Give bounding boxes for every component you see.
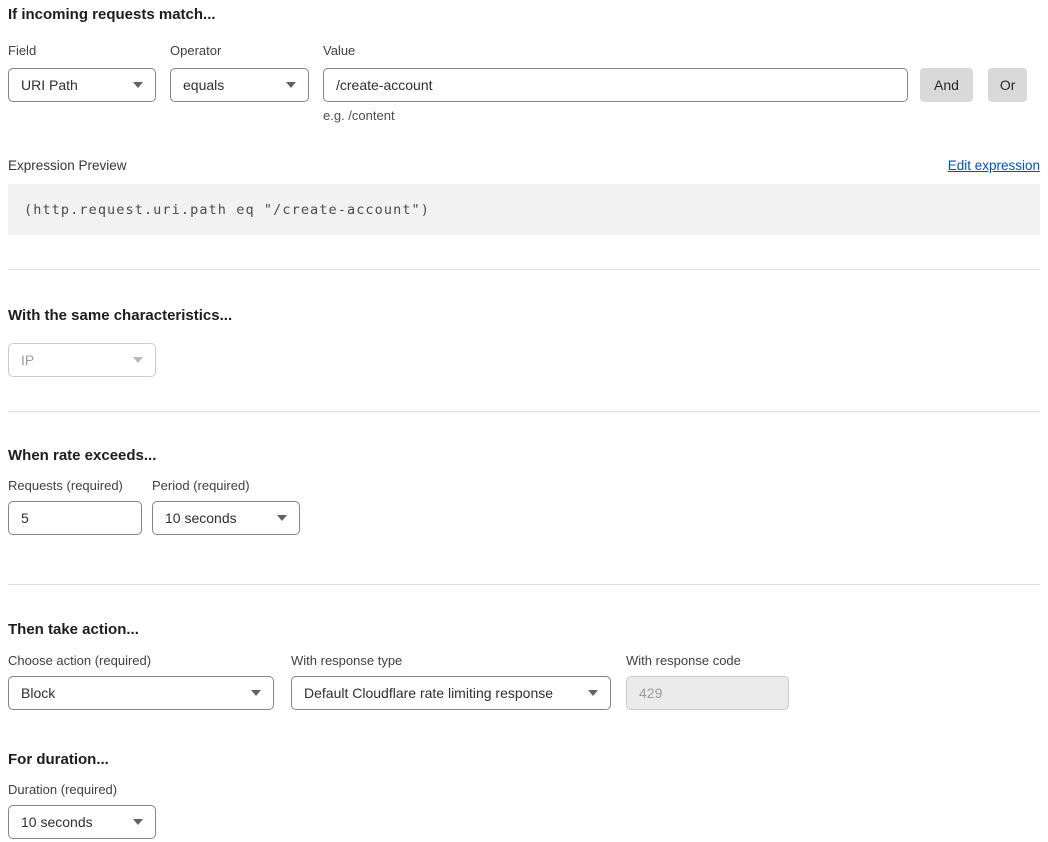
response-code-group: With response code — [626, 654, 789, 710]
field-label: Field — [8, 44, 156, 58]
action-group: Choose action (required) Block — [8, 654, 274, 710]
action-section-title: Then take action... — [8, 622, 1040, 638]
expression-preview-label: Expression Preview — [8, 159, 127, 173]
operator-group: Operator equals — [170, 44, 309, 123]
response-type-group: With response type Default Cloudflare ra… — [291, 654, 611, 710]
chevron-down-icon — [277, 515, 287, 521]
characteristic-select-value: IP — [21, 352, 34, 368]
duration-section-title: For duration... — [8, 752, 1040, 768]
edit-expression-link[interactable]: Edit expression — [948, 158, 1040, 173]
match-rule-row: Field URI Path Operator equals Value e.g… — [8, 44, 1040, 123]
characteristic-select: IP — [8, 343, 156, 377]
field-group: Field URI Path — [8, 44, 156, 123]
period-select-value: 10 seconds — [165, 510, 237, 526]
period-label: Period (required) — [152, 479, 300, 493]
duration-select[interactable]: 10 seconds — [8, 805, 156, 839]
operator-select-value: equals — [183, 77, 224, 93]
response-type-select[interactable]: Default Cloudflare rate limiting respons… — [291, 676, 611, 710]
chevron-down-icon — [588, 690, 598, 696]
operator-select[interactable]: equals — [170, 68, 309, 102]
value-label: Value — [323, 44, 908, 58]
response-type-select-value: Default Cloudflare rate limiting respons… — [304, 685, 553, 701]
duration-select-value: 10 seconds — [21, 814, 93, 830]
chevron-down-icon — [133, 82, 143, 88]
expression-preview-row: Expression Preview Edit expression — [8, 158, 1040, 173]
action-select[interactable]: Block — [8, 676, 274, 710]
section-divider — [8, 269, 1040, 270]
duration-label: Duration (required) — [8, 783, 1040, 797]
value-input[interactable] — [323, 68, 908, 102]
or-button[interactable]: Or — [988, 68, 1028, 102]
field-select[interactable]: URI Path — [8, 68, 156, 102]
chevron-down-icon — [286, 82, 296, 88]
requests-group: Requests (required) — [8, 479, 142, 535]
response-type-label: With response type — [291, 654, 611, 668]
choose-action-label: Choose action (required) — [8, 654, 274, 668]
chevron-down-icon — [133, 819, 143, 825]
characteristics-section-title: With the same characteristics... — [8, 308, 1040, 324]
chevron-down-icon — [251, 690, 261, 696]
match-section-title: If incoming requests match... — [8, 0, 1040, 23]
field-select-value: URI Path — [21, 77, 78, 93]
rate-section-title: When rate exceeds... — [8, 448, 1040, 464]
section-divider — [8, 411, 1040, 412]
response-code-label: With response code — [626, 654, 789, 668]
response-code-input — [626, 676, 789, 710]
expression-preview-code: (http.request.uri.path eq "/create-accou… — [8, 184, 1040, 235]
value-helper-text: e.g. /content — [323, 109, 908, 123]
action-select-value: Block — [21, 685, 55, 701]
chevron-down-icon — [133, 357, 143, 363]
operator-label: Operator — [170, 44, 309, 58]
period-group: Period (required) 10 seconds — [152, 479, 300, 535]
value-group: Value e.g. /content — [323, 44, 908, 123]
action-row: Choose action (required) Block With resp… — [8, 654, 1040, 710]
requests-label: Requests (required) — [8, 479, 142, 493]
requests-input[interactable] — [8, 501, 142, 535]
period-select[interactable]: 10 seconds — [152, 501, 300, 535]
rate-row: Requests (required) Period (required) 10… — [8, 479, 1040, 535]
and-button[interactable]: And — [920, 68, 973, 102]
section-divider — [8, 584, 1040, 585]
